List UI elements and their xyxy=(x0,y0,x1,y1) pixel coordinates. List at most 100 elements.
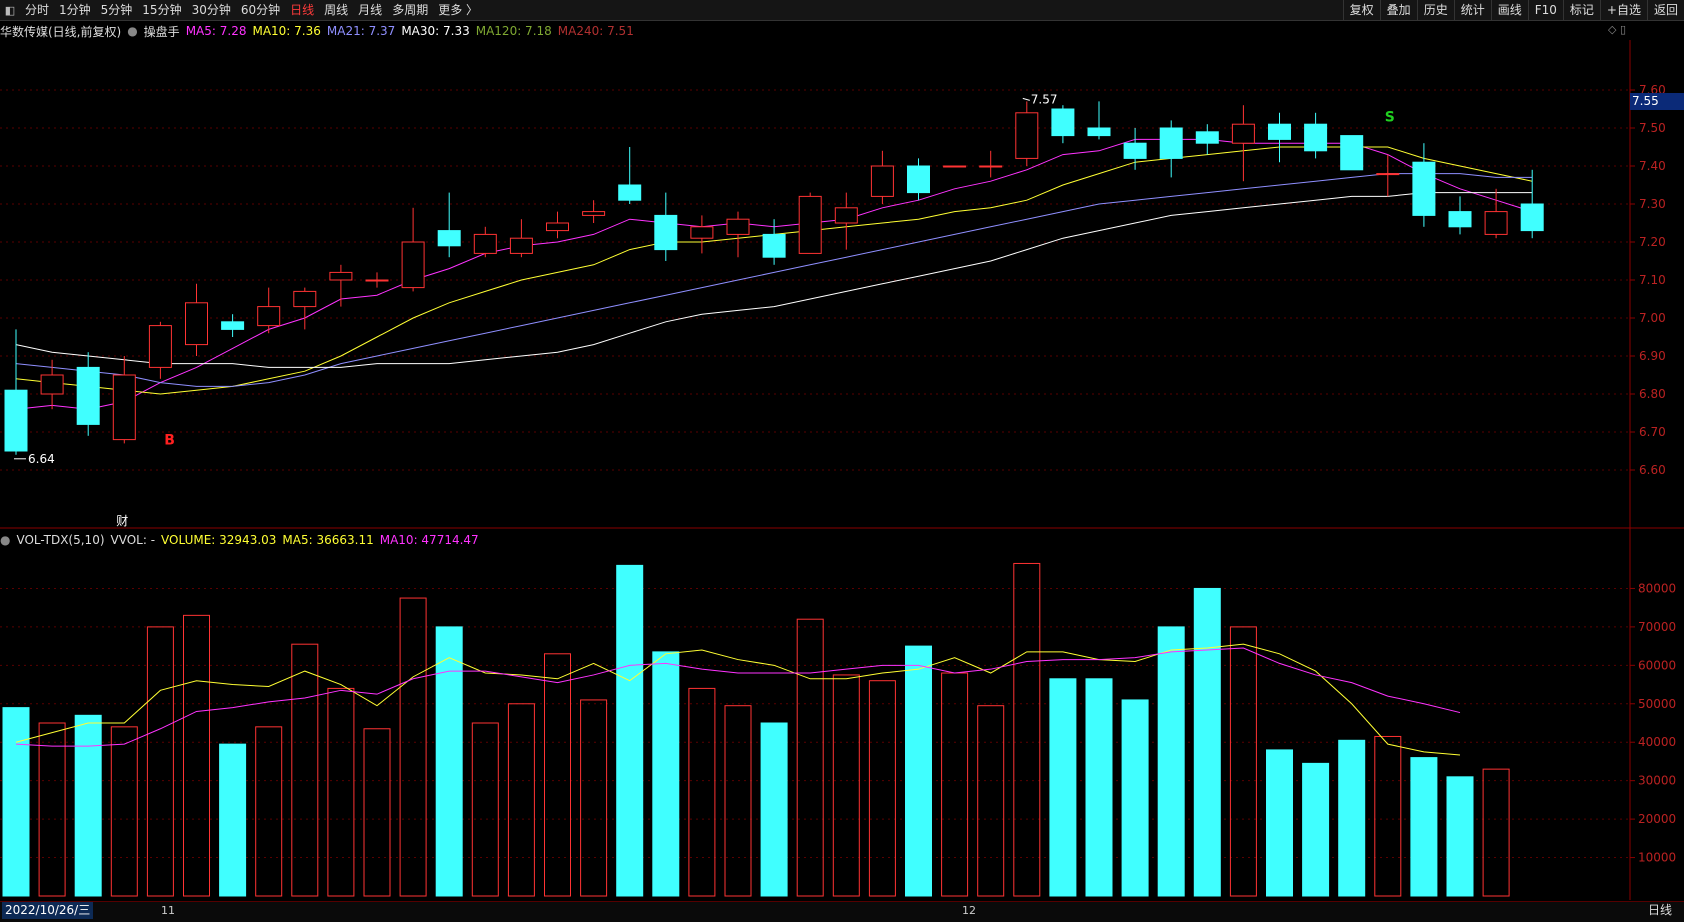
candle-body xyxy=(185,302,208,346)
volume-bar xyxy=(435,626,463,897)
date-axis-bar xyxy=(0,901,1684,922)
volume-bar xyxy=(1229,626,1257,897)
candle-body xyxy=(834,207,858,224)
candle-body xyxy=(1159,127,1183,159)
candle-body xyxy=(1087,127,1111,137)
volume-bar xyxy=(1374,735,1402,897)
volume-bar xyxy=(832,674,860,897)
volume-bar xyxy=(580,699,608,897)
volume-bar xyxy=(291,643,319,897)
candle-body xyxy=(762,233,786,258)
volume-bar xyxy=(183,614,210,897)
volume-bar xyxy=(1482,768,1510,897)
volume-bar xyxy=(399,597,427,897)
volume-bar xyxy=(977,705,1005,897)
candle-body xyxy=(221,321,245,330)
volume-bar xyxy=(38,722,66,897)
volume-bar xyxy=(724,705,752,897)
volume-bar xyxy=(110,726,138,897)
candle-body xyxy=(979,165,1003,168)
period-label[interactable]: 日线 xyxy=(1648,902,1672,919)
price-tick-label: 7.10 xyxy=(1639,273,1666,287)
buy-signal: B xyxy=(164,433,175,449)
finance-event-marker: 财 xyxy=(116,514,128,528)
volume-tick-label: 80000 xyxy=(1638,581,1676,595)
candle-body xyxy=(907,165,930,194)
volume-tick-label: 50000 xyxy=(1638,697,1676,711)
volume-bar xyxy=(1338,739,1366,897)
candle-body xyxy=(437,230,461,247)
sell-signal: S xyxy=(1385,110,1395,126)
price-tick-label: 7.50 xyxy=(1639,121,1666,135)
volume-tick-label: 20000 xyxy=(1638,812,1676,826)
volume-tick-label: 40000 xyxy=(1638,735,1676,749)
cursor-date: 2022/10/26/三 xyxy=(2,902,94,919)
month-label-12: 12 xyxy=(962,904,976,917)
price-tick-label: 6.90 xyxy=(1639,349,1666,363)
candle-body xyxy=(1195,131,1219,144)
candle-body xyxy=(1015,112,1039,159)
candle-body xyxy=(257,306,281,327)
volume-bar xyxy=(471,722,499,897)
candle-body xyxy=(76,366,100,425)
volume-bar xyxy=(74,714,102,897)
price-tick-label: 6.80 xyxy=(1639,387,1666,401)
volume-bar xyxy=(1049,678,1077,897)
volume-bar xyxy=(219,743,247,897)
kline-chart[interactable]: 7.607.507.407.307.207.107.006.906.806.70… xyxy=(0,0,1684,921)
volume-bar xyxy=(1193,587,1221,897)
candle-body xyxy=(40,374,64,395)
candle-body xyxy=(4,389,28,452)
volume-bar xyxy=(796,618,824,897)
price-tick-label: 7.40 xyxy=(1639,159,1666,173)
volume-bar xyxy=(905,645,932,897)
volume-ma-line-ma5 xyxy=(15,643,1461,756)
price-tick-label: 6.70 xyxy=(1639,425,1666,439)
candle-body xyxy=(1340,135,1364,171)
volume-bar xyxy=(1085,678,1113,897)
price-ma-line-ma5 xyxy=(15,138,1533,410)
high-price-label: 7.57 xyxy=(1031,92,1058,106)
candle-body xyxy=(1231,123,1255,144)
volume-tick-label: 10000 xyxy=(1638,851,1676,865)
volume-bar xyxy=(255,726,283,897)
volume-bar xyxy=(868,680,896,897)
volume-tick-label: 60000 xyxy=(1638,658,1676,672)
volume-bar xyxy=(760,722,788,897)
volume-bar xyxy=(363,728,391,897)
candle-body xyxy=(654,214,678,251)
high-price-arrow xyxy=(1022,97,1030,101)
candle-body xyxy=(546,222,569,232)
candle-body xyxy=(401,241,425,289)
current-price-tag: 7.55 xyxy=(1630,93,1684,110)
candle-body xyxy=(329,271,353,281)
price-tick-label: 7.00 xyxy=(1639,311,1666,325)
volume-bar xyxy=(1446,776,1474,897)
volume-bar xyxy=(1157,626,1185,897)
price-tick-label: 7.30 xyxy=(1639,197,1666,211)
volume-bar xyxy=(2,707,30,897)
month-label-11: 11 xyxy=(161,904,175,917)
price-ma-line-ma10 xyxy=(15,146,1533,395)
volume-bar xyxy=(146,626,174,897)
candle-body xyxy=(365,279,389,282)
volume-tick-label: 30000 xyxy=(1638,774,1676,788)
candle-body xyxy=(690,226,714,239)
volume-ma-line-ma10 xyxy=(15,647,1461,747)
candle-body xyxy=(1520,203,1544,232)
volume-bar xyxy=(941,672,969,897)
candle-body xyxy=(148,325,172,368)
candle-body xyxy=(798,195,822,254)
candle-body xyxy=(943,165,967,168)
candle-body xyxy=(618,184,642,201)
candle-body xyxy=(1304,123,1328,152)
candle-body xyxy=(1268,123,1291,140)
candle-body xyxy=(1412,161,1436,216)
volume-bar xyxy=(1302,762,1330,897)
volume-bar xyxy=(688,687,716,897)
volume-bar xyxy=(507,703,535,897)
candle-body xyxy=(1448,211,1472,228)
candle-body xyxy=(293,290,317,308)
volume-bar xyxy=(616,564,644,897)
candle-body xyxy=(112,374,136,441)
